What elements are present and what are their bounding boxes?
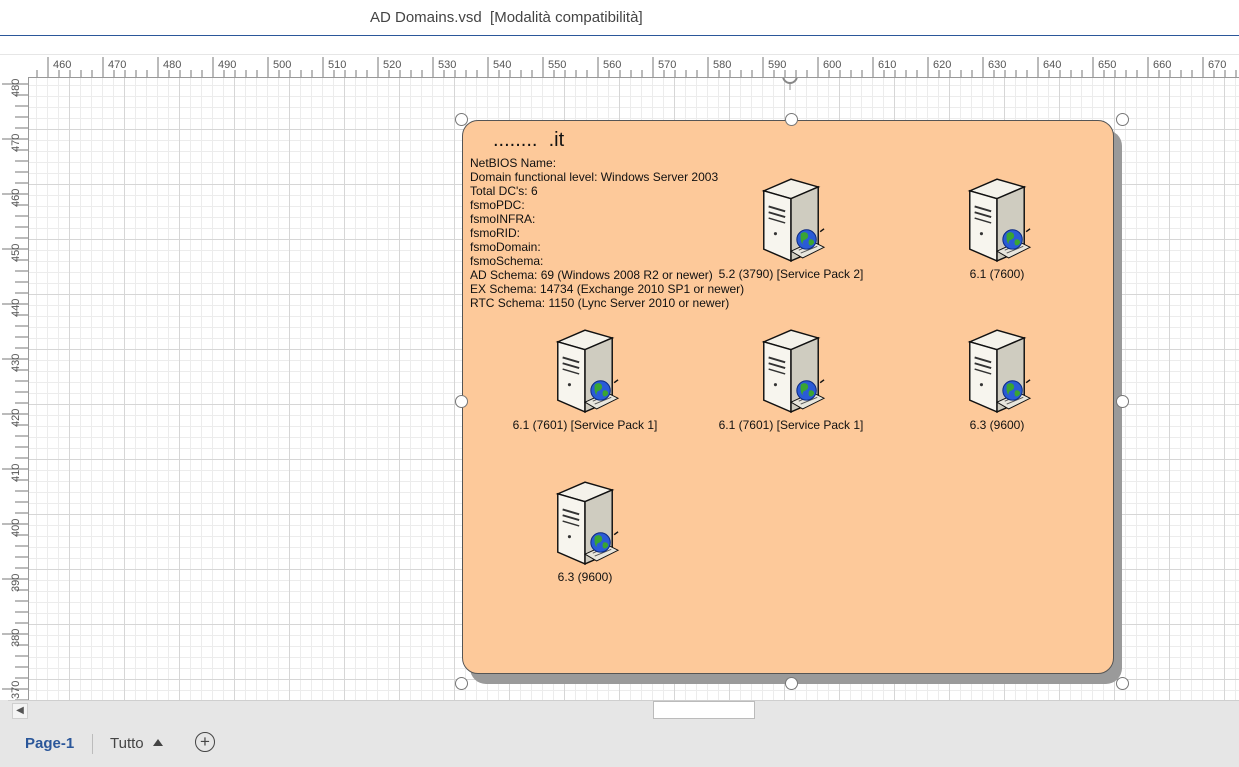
server-label: 6.3 (9600)	[557, 570, 613, 584]
server-globe-icon	[555, 329, 620, 413]
h-tick-label: 500	[273, 59, 291, 71]
tab-all-pages[interactable]: Tutto	[110, 735, 144, 752]
info-line: fsmoRID:	[470, 226, 521, 240]
scroll-left-arrow-icon[interactable]: ◀	[12, 703, 28, 719]
selection-handle-bottom-right[interactable]	[1116, 677, 1129, 690]
server-label: 6.1 (7600)	[969, 267, 1025, 281]
selection-handle-bottom-left[interactable]	[455, 677, 468, 690]
h-tick-label: 550	[548, 59, 566, 71]
h-tick-label: 630	[988, 59, 1006, 71]
server-shape[interactable]: 6.3 (9600)	[500, 479, 670, 584]
caret-up-icon[interactable]	[153, 739, 163, 746]
server-label: 6.1 (7601) [Service Pack 1]	[512, 418, 658, 432]
domain-info: NetBIOS Name: Domain functional level: W…	[470, 156, 744, 310]
server-shape[interactable]: 6.1 (7601) [Service Pack 1]	[706, 327, 876, 432]
scrollbar-thumb[interactable]	[653, 701, 755, 719]
v-tick-label: 420	[10, 409, 22, 427]
vertical-ruler: 480 470 460 450 440 430 420 410 400 390 …	[0, 77, 29, 700]
server-globe-icon	[967, 329, 1032, 413]
info-line: AD Schema: 69 (Windows 2008 R2 or newer)	[470, 268, 713, 282]
window-title: AD Domains.vsd [Modalità compatibilità]	[370, 9, 643, 26]
drawing-canvas[interactable]: ........ .it NetBIOS Name: Domain functi…	[29, 78, 1239, 700]
server-label: 5.2 (3790) [Service Pack 2]	[718, 267, 864, 281]
info-line: Domain functional level: Windows Server …	[470, 170, 719, 184]
h-tick-label: 480	[163, 59, 181, 71]
info-line: EX Schema: 14734 (Exchange 2010 SP1 or n…	[470, 282, 745, 296]
page-tab-bar: Page-1 Tutto +	[0, 719, 1239, 767]
server-label: 6.3 (9600)	[969, 418, 1025, 432]
v-tick-label: 450	[10, 244, 22, 262]
info-line: RTC Schema: 1150 (Lync Server 2010 or ne…	[470, 296, 730, 310]
server-shape[interactable]: 6.3 (9600)	[912, 327, 1082, 432]
h-tick-label: 640	[1043, 59, 1061, 71]
h-tick-label: 620	[933, 59, 951, 71]
h-tick-label: 590	[768, 59, 786, 71]
v-tick-label: 400	[10, 519, 22, 537]
h-tick-label: 660	[1153, 59, 1171, 71]
v-tick-label: 410	[10, 464, 22, 482]
server-globe-icon	[761, 178, 826, 262]
server-shape[interactable]: 6.1 (7600)	[912, 176, 1082, 281]
tab-divider	[92, 734, 93, 754]
h-tick-label: 490	[218, 59, 236, 71]
server-shape[interactable]: 6.1 (7601) [Service Pack 1]	[500, 327, 670, 432]
h-tick-label: 600	[823, 59, 841, 71]
h-tick-label: 670	[1208, 59, 1226, 71]
h-tick-label: 540	[493, 59, 511, 71]
v-tick-label: 380	[10, 629, 22, 647]
info-line: fsmoINFRA:	[470, 212, 536, 226]
horizontal-ruler-ticks: 460 470 480 490 500 510 520 530 540 550 …	[36, 57, 1237, 77]
v-tick-label: 460	[10, 189, 22, 207]
h-tick-label: 470	[108, 59, 126, 71]
h-tick-label: 520	[383, 59, 401, 71]
server-globe-icon	[555, 481, 620, 565]
ruler-corner	[0, 55, 29, 78]
vertical-ruler-ticks: 480 470 460 450 440 430 420 410 400 390 …	[2, 79, 28, 700]
v-tick-label: 390	[10, 574, 22, 592]
selection-handle-right[interactable]	[1116, 395, 1129, 408]
h-tick-label: 510	[328, 59, 346, 71]
ribbon-strip	[0, 36, 1239, 54]
info-line: Total DC's: 6	[470, 184, 538, 198]
h-tick-label: 570	[658, 59, 676, 71]
h-tick-label: 560	[603, 59, 621, 71]
tab-page-1[interactable]: Page-1	[25, 735, 74, 752]
h-tick-label: 610	[878, 59, 896, 71]
h-tick-label: 460	[53, 59, 71, 71]
selection-handle-bottom[interactable]	[785, 677, 798, 690]
v-tick-label: 370	[10, 681, 22, 699]
v-tick-label: 470	[10, 134, 22, 152]
selection-handle-left[interactable]	[455, 395, 468, 408]
v-tick-label: 480	[10, 79, 22, 97]
info-line: NetBIOS Name:	[470, 156, 557, 170]
h-tick-label: 580	[713, 59, 731, 71]
v-tick-label: 430	[10, 354, 22, 372]
info-line: fsmoPDC:	[470, 198, 525, 212]
rotation-handle-icon[interactable]	[780, 78, 800, 90]
v-tick-label: 440	[10, 299, 22, 317]
server-globe-icon	[761, 329, 826, 413]
server-label: 6.1 (7601) [Service Pack 1]	[718, 418, 864, 432]
plus-circle-icon[interactable]: +	[195, 732, 215, 752]
h-tick-label: 650	[1098, 59, 1116, 71]
selection-handle-top-left[interactable]	[455, 113, 468, 126]
selection-handle-top[interactable]	[785, 113, 798, 126]
horizontal-scrollbar[interactable]: ◀	[8, 700, 1239, 719]
server-shape[interactable]: 5.2 (3790) [Service Pack 2]	[706, 176, 876, 281]
title-bar: AD Domains.vsd [Modalità compatibilità]	[0, 0, 1239, 36]
selection-handle-top-right[interactable]	[1116, 113, 1129, 126]
horizontal-ruler: 460 470 480 490 500 510 520 530 540 550 …	[28, 55, 1239, 78]
info-line: fsmoDomain:	[470, 240, 541, 254]
server-globe-icon	[967, 178, 1032, 262]
domain-title: ........ .it	[493, 129, 565, 151]
h-tick-label: 530	[438, 59, 456, 71]
domain-container-shape[interactable]: ........ .it NetBIOS Name: Domain functi…	[462, 120, 1114, 674]
info-line: fsmoSchema:	[470, 254, 544, 268]
